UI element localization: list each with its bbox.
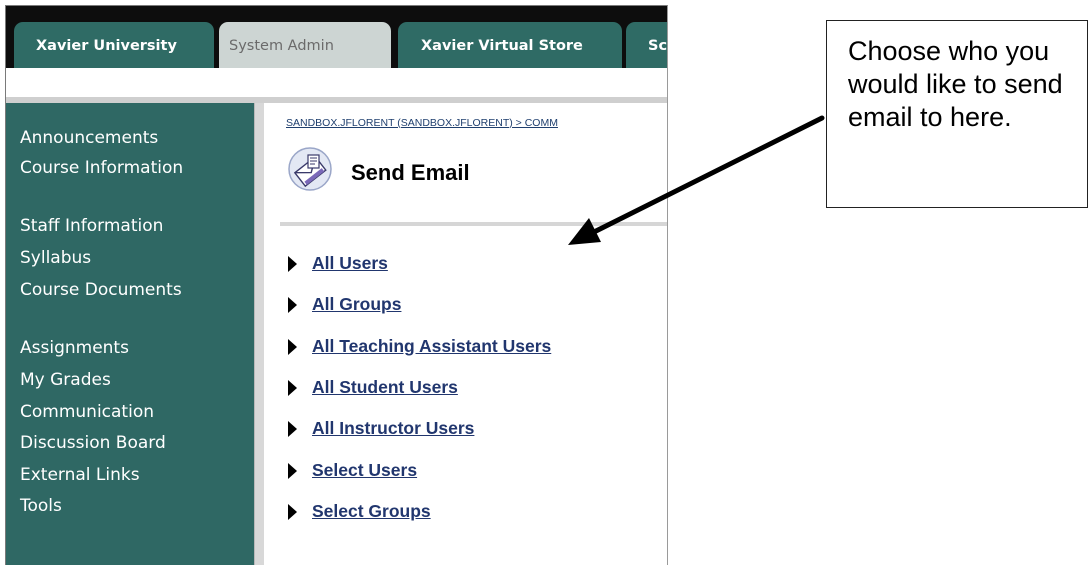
callout-arrow-icon bbox=[568, 115, 825, 245]
